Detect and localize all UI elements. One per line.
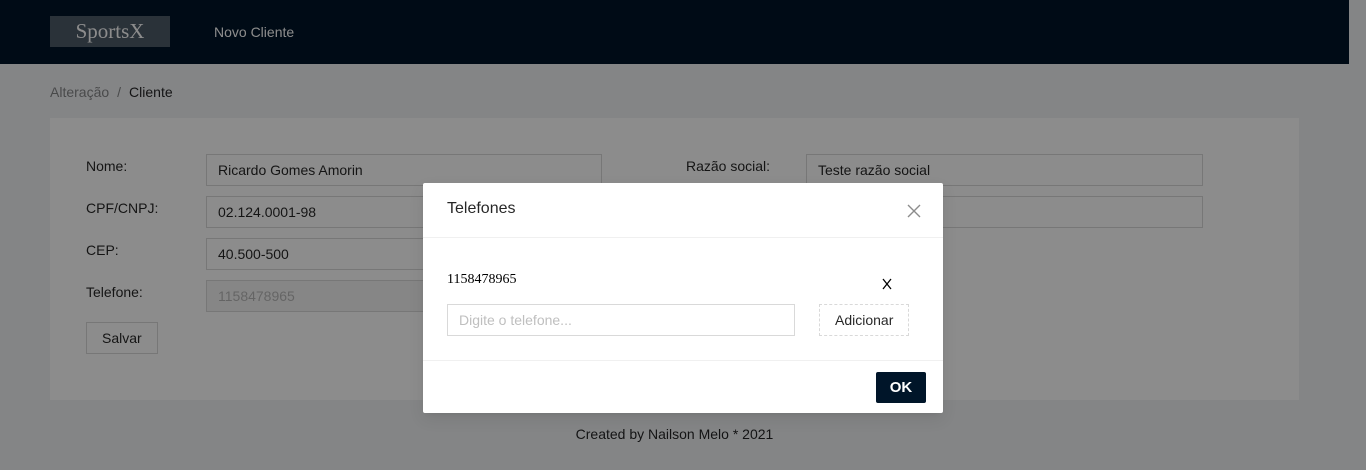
remove-phone-icon[interactable] [879,276,895,292]
modal-footer: OK [423,360,943,413]
phone-input[interactable] [447,304,795,336]
modal-title: Telefones [447,200,516,217]
telefones-modal: Telefones 1158478965 Adicionar OK [423,183,943,413]
close-icon[interactable] [903,200,925,222]
ok-button[interactable]: OK [876,372,926,403]
phone-list-item: 1158478965 [447,272,517,287]
modal-header: Telefones [423,183,943,238]
add-phone-button[interactable]: Adicionar [819,304,910,336]
